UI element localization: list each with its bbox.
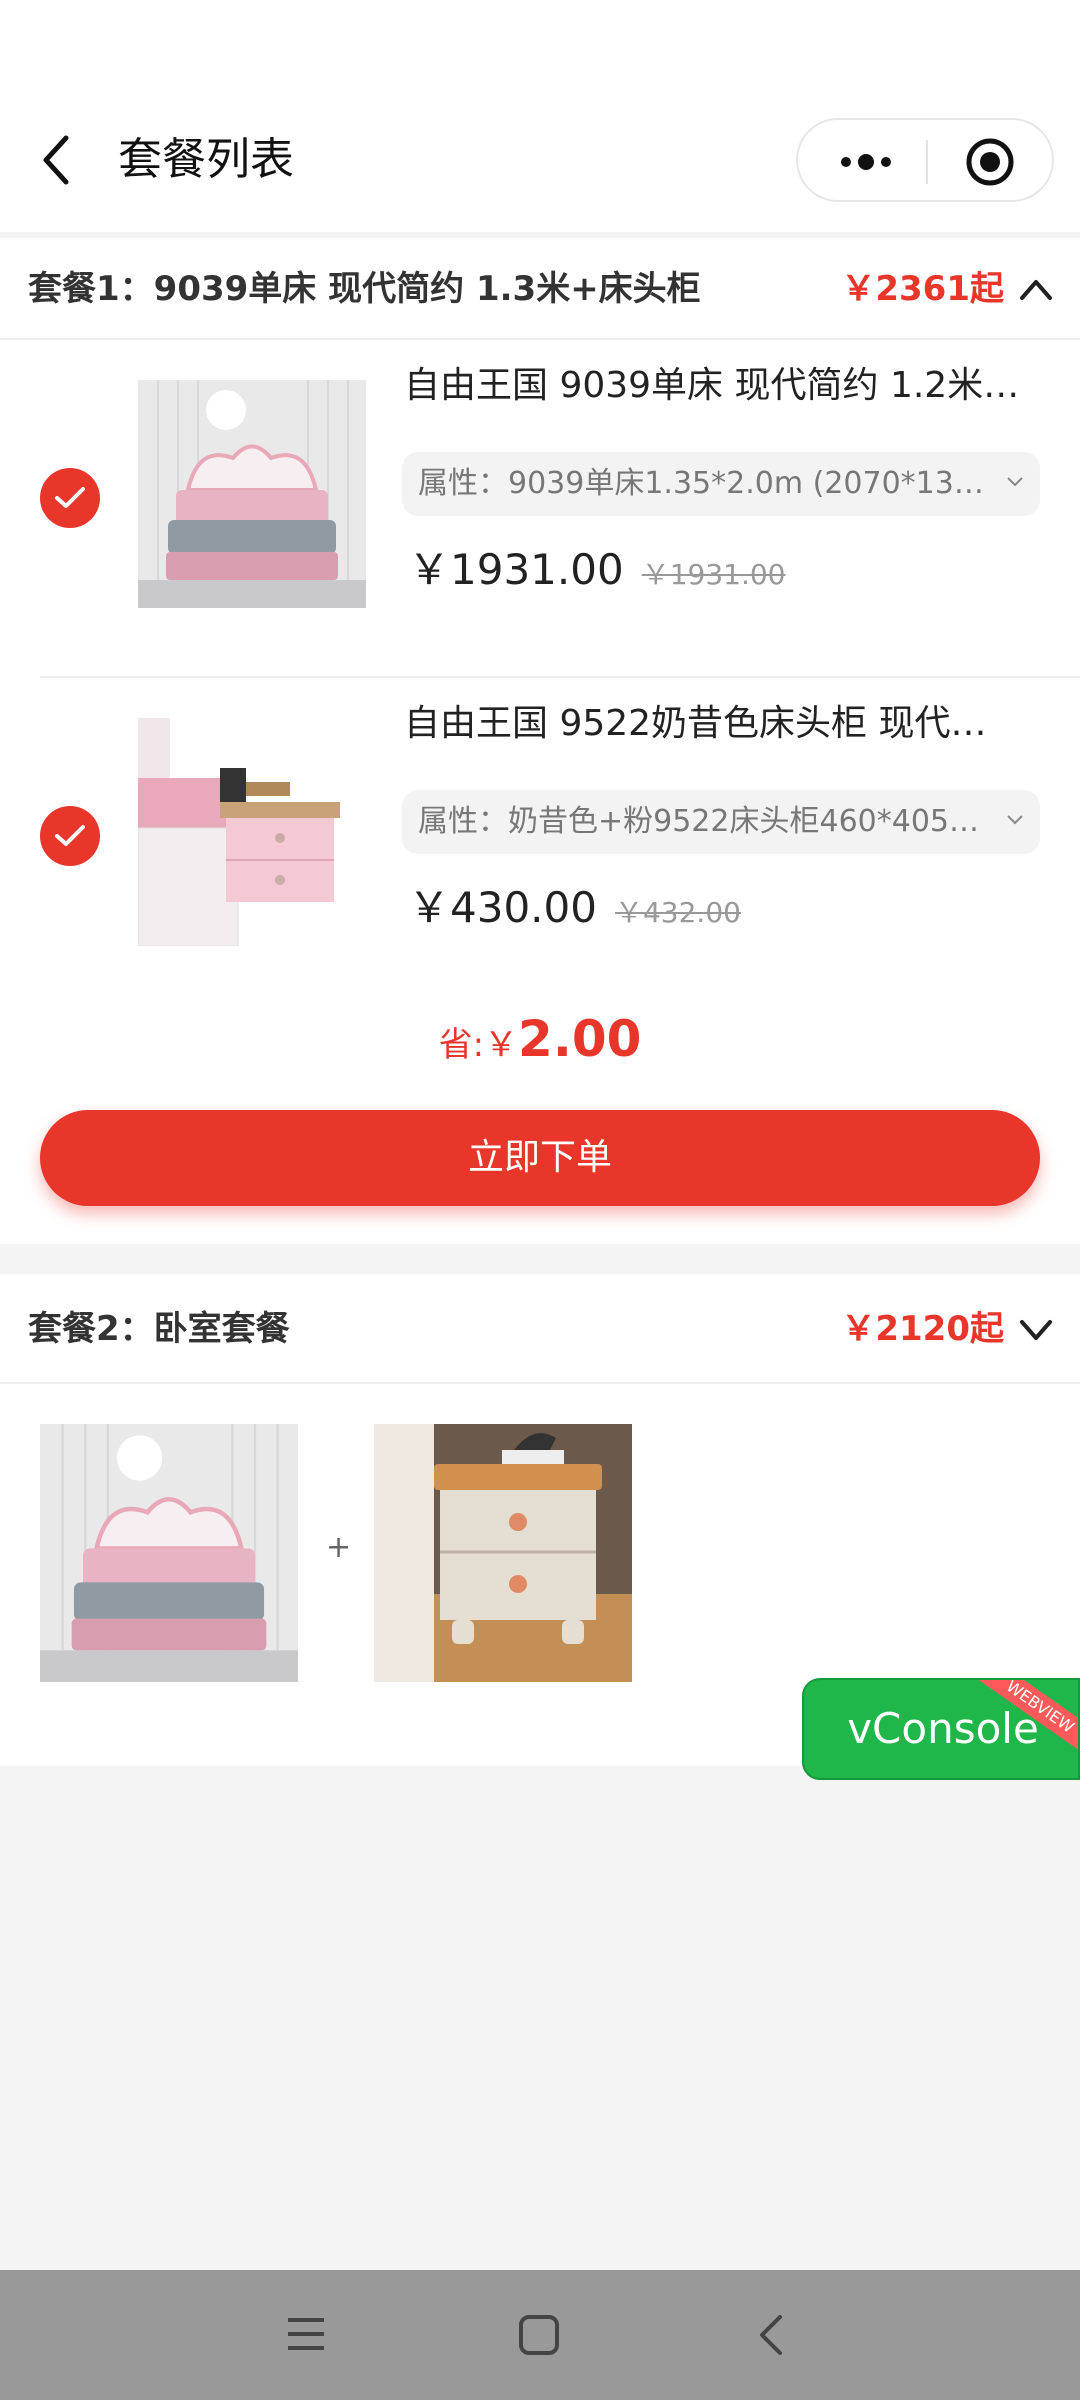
savings: 省:￥2.00 — [0, 1010, 1080, 1068]
attribute-text: 属性：9039单床1.35*2.0m (2070*13… — [418, 466, 984, 501]
order-now-button[interactable]: 立即下单 — [40, 1110, 1040, 1206]
original-price: ￥1931.00 — [641, 558, 786, 591]
chevron-left-icon[interactable] — [36, 132, 80, 188]
current-price: ￥1931.00 — [408, 545, 624, 594]
package-price: ￥2120起 — [841, 1309, 1004, 1349]
vconsole-button[interactable]: vConsole WEBVIEW — [802, 1678, 1080, 1780]
product-price: ￥1931.00 ￥1931.00 — [408, 540, 785, 605]
list-item: 自由王国 9039单床 现代简约 1.2米… 属性：9039单床1.35*2.0… — [0, 342, 1080, 680]
title-bar: 套餐列表 — [0, 0, 1080, 232]
nightstand-illustration — [374, 1424, 632, 1682]
attribute-selector[interactable]: 属性：奶昔色+粉9522床头柜460*405… — [402, 790, 1040, 854]
capsule-divider — [926, 140, 928, 184]
menu-icon[interactable] — [286, 2314, 326, 2354]
attribute-text: 属性：奶昔色+粉9522床头柜460*405… — [418, 804, 980, 839]
bed-illustration — [138, 380, 366, 608]
chevron-down-icon — [1007, 477, 1023, 487]
current-price: ￥430.00 — [408, 883, 597, 932]
savings-currency: ￥ — [484, 1025, 519, 1065]
product-image-nightstand[interactable] — [138, 718, 366, 946]
chevron-up-icon[interactable] — [1018, 272, 1054, 308]
savings-label: 省: — [438, 1025, 485, 1065]
chevron-down-icon — [1007, 815, 1023, 825]
checkbox-checked[interactable] — [40, 468, 100, 528]
chevron-down-icon[interactable] — [1018, 1312, 1054, 1348]
attribute-selector[interactable]: 属性：9039单床1.35*2.0m (2070*13… — [402, 452, 1040, 516]
product-image-bed[interactable] — [138, 380, 366, 608]
package-header-1[interactable]: 套餐1：9039单床 现代简约 1.3米+床头柜 ￥2361起 — [0, 238, 1080, 340]
product-price: ￥430.00 ￥432.00 — [408, 878, 741, 943]
savings-amount: 2.00 — [518, 1010, 642, 1068]
nightstand-illustration — [138, 718, 366, 946]
plus-sign: + — [326, 1530, 352, 1565]
package-title: 套餐2：卧室套餐 — [28, 1309, 290, 1349]
check-icon — [55, 825, 85, 846]
package-thumb-bed[interactable] — [40, 1424, 298, 1682]
page-title: 套餐列表 — [118, 134, 294, 185]
checkbox-checked[interactable] — [40, 806, 100, 866]
item-divider — [40, 676, 1080, 678]
original-price: ￥432.00 — [614, 896, 741, 929]
product-title[interactable]: 自由王国 9039单床 现代简约 1.2米… — [404, 360, 1034, 412]
list-item: 自由王国 9522奶昔色床头柜 现代… 属性：奶昔色+粉9522床头柜460*4… — [0, 680, 1080, 1018]
target-icon[interactable] — [964, 136, 1016, 188]
more-dots-icon[interactable] — [836, 144, 896, 180]
package-header-2[interactable]: 套餐2：卧室套餐 ￥2120起 — [0, 1274, 1080, 1384]
bed-illustration — [40, 1424, 298, 1682]
package-card-1: 套餐1：9039单床 现代简约 1.3米+床头柜 ￥2361起 自由王国 903… — [0, 238, 1080, 1244]
package-thumb-nightstand[interactable] — [374, 1424, 632, 1682]
system-nav-bar — [0, 2270, 1080, 2400]
package-title: 套餐1：9039单床 现代简约 1.3米+床头柜 — [28, 269, 701, 309]
package-price: ￥2361起 — [841, 269, 1004, 309]
mini-program-capsule — [796, 118, 1054, 202]
product-title[interactable]: 自由王国 9522奶昔色床头柜 现代… — [404, 698, 1034, 750]
check-icon — [55, 487, 85, 508]
back-nav-icon[interactable] — [756, 2314, 786, 2356]
home-icon[interactable] — [518, 2314, 560, 2356]
